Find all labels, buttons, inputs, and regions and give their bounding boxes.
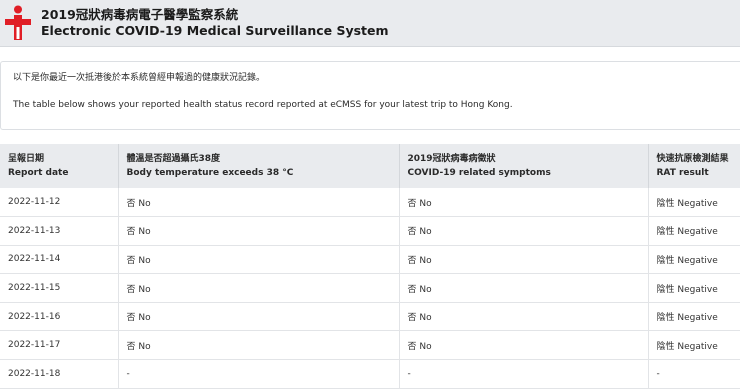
table-row: 2022-11-18 - - - (0, 359, 740, 389)
temperature-cell: 否 No (118, 330, 400, 361)
report-date-cell: 2022-11-12 (0, 188, 119, 218)
header-label-en: COVID-19 related symptoms (407, 168, 551, 178)
header-label-en: Report date (8, 168, 69, 178)
rat-result-cell: 陰性 Negative (648, 330, 740, 361)
table-row: 2022-11-12 否 No 否 No 陰性 Negative (0, 188, 740, 218)
table-row: 2022-11-16 否 No 否 No 陰性 Negative (0, 302, 740, 332)
symptoms-cell: 否 No (399, 216, 649, 246)
report-date-cell: 2022-11-15 (0, 273, 119, 303)
table-row: 2022-11-13 否 No 否 No 陰性 Negative (0, 216, 740, 246)
report-date-cell: 2022-11-16 (0, 302, 119, 332)
department-of-health-logo-icon (5, 5, 31, 40)
temperature-cell: 否 No (118, 302, 400, 332)
symptoms-cell: 否 No (399, 302, 649, 332)
header-label-en: RAT result (656, 168, 709, 178)
symptoms-cell: 否 No (399, 188, 649, 218)
header-rat-result: 快速抗原檢測結果 RAT result (648, 144, 740, 188)
rat-result-cell: 陰性 Negative (648, 188, 740, 218)
rat-result-cell: 陰性 Negative (648, 273, 740, 303)
report-date-cell: 2022-11-17 (0, 330, 119, 361)
rat-result-cell: 陰性 Negative (648, 216, 740, 246)
header-label-zh: 呈報日期 (8, 154, 45, 164)
header-label-zh: 體溫是否超過攝氏38度 (126, 154, 221, 164)
app-title-english: Electronic COVID-19 Medical Surveillance… (41, 23, 389, 38)
header-label-zh: 2019冠狀病毒病徵狀 (407, 154, 496, 164)
info-text-chinese: 以下是你最近一次抵港後於本系統曾經申報過的健康狀況記錄。 (13, 73, 266, 83)
info-panel: 以下是你最近一次抵港後於本系統曾經申報過的健康狀況記錄。 The table b… (0, 61, 740, 130)
table-row: 2022-11-17 否 No 否 No 陰性 Negative (0, 330, 740, 361)
header-symptoms: 2019冠狀病毒病徵狀 COVID-19 related symptoms (399, 144, 649, 188)
temperature-cell: 否 No (118, 188, 400, 218)
table-header-row: 呈報日期 Report date 體溫是否超過攝氏38度 Body temper… (0, 144, 740, 188)
report-date-cell: 2022-11-13 (0, 216, 119, 246)
symptoms-cell: 否 No (399, 330, 649, 361)
info-text-english: The table below shows your reported heal… (13, 100, 513, 110)
table-row: 2022-11-14 否 No 否 No 陰性 Negative (0, 245, 740, 275)
rat-result-cell: 陰性 Negative (648, 302, 740, 332)
report-date-cell: 2022-11-14 (0, 245, 119, 275)
temperature-cell: - (118, 359, 400, 389)
header-report-date: 呈報日期 Report date (0, 144, 119, 188)
temperature-cell: 否 No (118, 273, 400, 303)
symptoms-cell: 否 No (399, 273, 649, 303)
temperature-cell: 否 No (118, 245, 400, 275)
report-date-cell: 2022-11-18 (0, 359, 119, 389)
symptoms-cell: 否 No (399, 245, 649, 275)
header-body-temperature: 體溫是否超過攝氏38度 Body temperature exceeds 38 … (118, 144, 400, 188)
rat-result-cell: 陰性 Negative (648, 245, 740, 275)
app-title-chinese: 2019冠狀病毒病電子醫學監察系統 (41, 7, 239, 22)
health-records-table: 呈報日期 Report date 體溫是否超過攝氏38度 Body temper… (0, 144, 740, 389)
temperature-cell: 否 No (118, 216, 400, 246)
table-row: 2022-11-15 否 No 否 No 陰性 Negative (0, 273, 740, 303)
header-label-zh: 快速抗原檢測結果 (656, 154, 729, 164)
header-label-en: Body temperature exceeds 38 °C (126, 168, 294, 178)
rat-result-cell: - (648, 359, 740, 389)
app-header: 2019冠狀病毒病電子醫學監察系統 Electronic COVID-19 Me… (0, 0, 740, 47)
symptoms-cell: - (399, 359, 649, 389)
